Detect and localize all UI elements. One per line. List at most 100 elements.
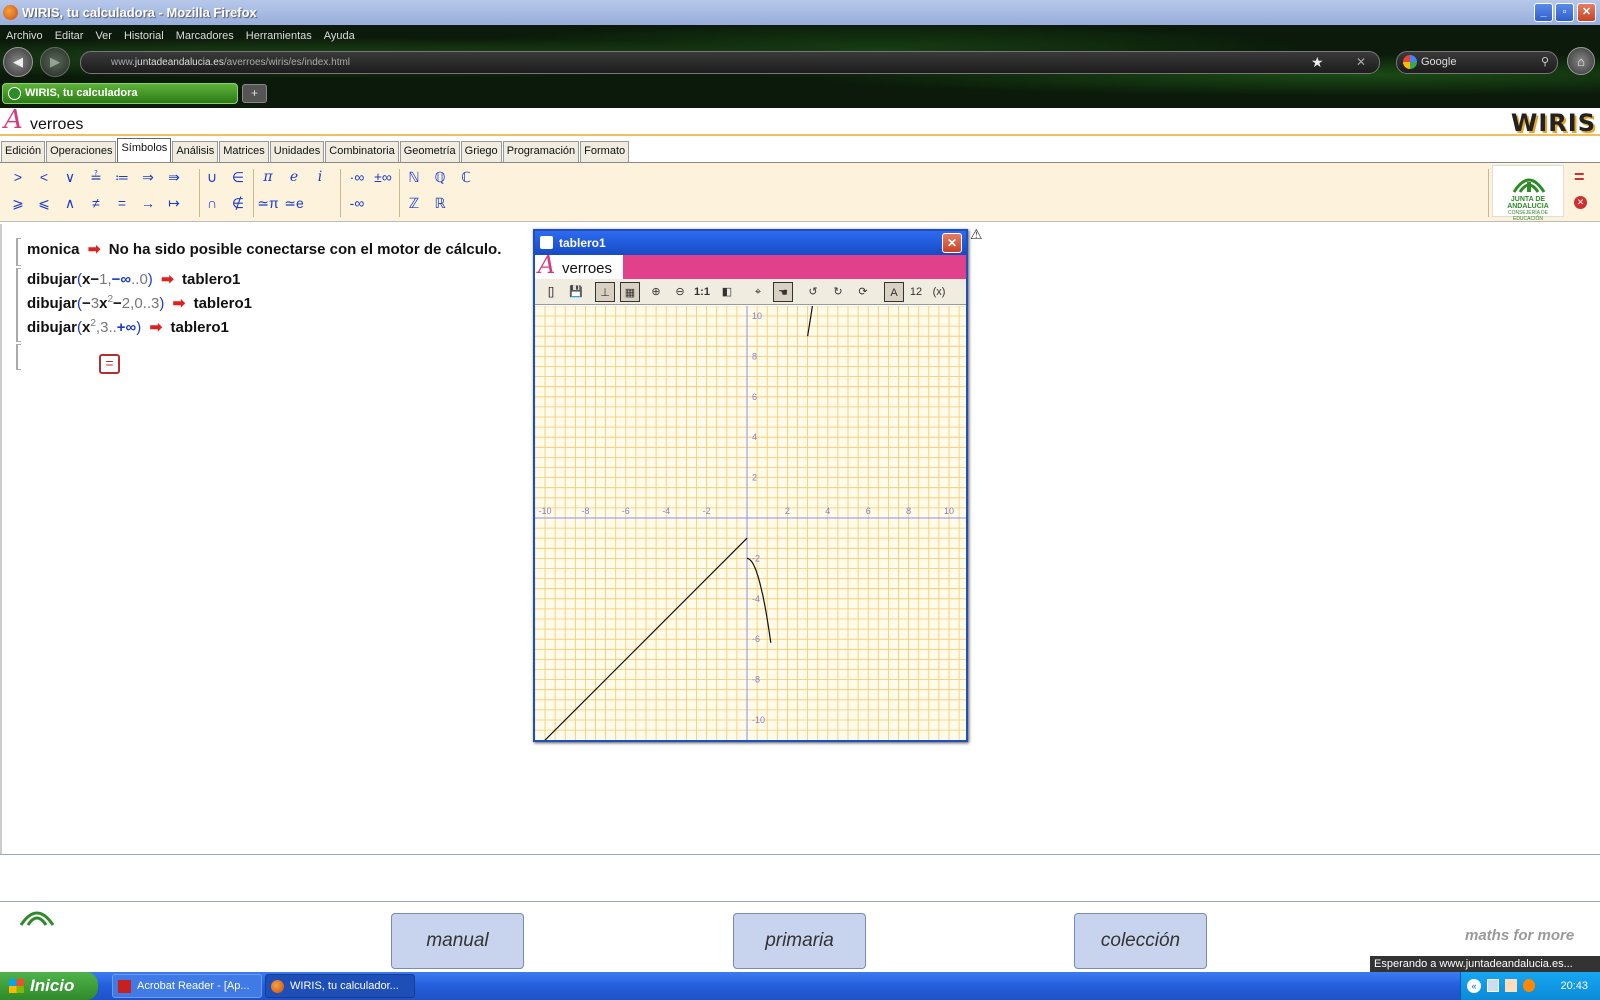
graph-window[interactable]: tablero1 ✕ A verroes [] 💾 ⊥ ▦ ⊕ ⊖ 1:1 ◧ ⌖ ☚ ↺ ↻ ⟳ A 12… <box>533 229 968 742</box>
search-input[interactable]: Google ⚲ <box>1396 51 1558 74</box>
equals-icon[interactable]: = <box>1574 167 1585 188</box>
palette-symbol[interactable]: ≔ <box>110 169 134 186</box>
menu-archivo[interactable]: Archivo <box>0 27 49 47</box>
x-tick-label: -4 <box>662 506 670 516</box>
calculate-button[interactable]: = <box>99 354 120 374</box>
palette-symbol[interactable]: ·∞ <box>345 169 369 185</box>
palette-symbol[interactable]: ↦ <box>162 195 186 212</box>
palette-symbol[interactable]: ⩾ <box>6 195 30 212</box>
axes-icon[interactable]: ⊥ <box>595 282 615 302</box>
palette-symbol[interactable]: ±∞ <box>371 169 395 185</box>
palette-symbol[interactable]: = <box>110 195 134 211</box>
graph-close-button[interactable]: ✕ <box>942 233 962 253</box>
new-tab-button[interactable]: + <box>242 84 267 103</box>
menu-ver[interactable]: Ver <box>89 27 118 47</box>
tray-arrow-icon[interactable]: « <box>1467 979 1481 993</box>
coleccion-button[interactable]: colección <box>1074 913 1207 969</box>
security-icon[interactable] <box>1523 979 1535 992</box>
tab-formato[interactable]: Formato <box>580 141 630 162</box>
palette-symbol[interactable]: ≟ <box>84 169 108 186</box>
palette-symbol[interactable]: → <box>136 195 160 211</box>
volume-icon[interactable] <box>1505 979 1517 992</box>
input-area[interactable] <box>0 854 1600 902</box>
back-button[interactable]: ◀ <box>3 47 33 77</box>
tab-programacion[interactable]: Programación <box>502 141 580 162</box>
palette-symbol[interactable]: ∉ <box>226 195 250 212</box>
start-button[interactable]: Inicio <box>0 972 98 1000</box>
palette-symbol[interactable]: -∞ <box>345 195 369 211</box>
palette-symbol[interactable]: ⇛ <box>162 169 186 186</box>
url-bar[interactable]: www.juntadeandalucia.es/averroes/wiris/e… <box>80 51 1380 74</box>
palette-symbol[interactable]: ∩ <box>200 195 224 211</box>
tab-matrices[interactable]: Matrices <box>219 141 269 162</box>
cancel-icon[interactable]: ✕ <box>1574 196 1587 209</box>
palette-symbol[interactable]: ∈ <box>226 169 250 186</box>
tab-combinatoria[interactable]: Combinatoria <box>325 141 399 162</box>
palette-symbol[interactable]: ∨ <box>58 169 82 186</box>
zoom-one-to-one-button[interactable]: 1:1 <box>692 282 712 302</box>
tab-edicion[interactable]: Edición <box>1 141 46 162</box>
menu-editar[interactable]: Editar <box>49 27 90 47</box>
menu-ayuda[interactable]: Ayuda <box>318 27 361 47</box>
warning-icon[interactable]: ⚠ <box>970 226 983 243</box>
primaria-button[interactable]: primaria <box>733 913 866 969</box>
network-icon[interactable] <box>1487 979 1499 992</box>
palette-symbol[interactable]: ℚ <box>428 169 452 186</box>
graph-canvas[interactable]: -10 -8 -6 -4 -2 2 4 6 8 10 10 8 6 4 2 -2 -4 -6 -8 -10 <box>535 306 966 740</box>
palette-symbol[interactable]: < <box>32 169 56 185</box>
palette-symbol[interactable]: ∪ <box>200 169 224 186</box>
zoom-out-icon[interactable]: ⊖ <box>670 282 690 302</box>
browser-tab[interactable]: WIRIS, tu calculadora <box>2 83 238 104</box>
task-acrobat[interactable]: Acrobat Reader - [Ap... <box>112 974 262 998</box>
palette-symbol[interactable]: i <box>308 169 332 185</box>
maximize-button[interactable]: ▫ <box>1555 3 1574 22</box>
manual-button[interactable]: manual <box>391 913 524 969</box>
rotate-left-icon[interactable]: ↺ <box>803 282 823 302</box>
palette-symbol[interactable]: ℤ <box>402 195 426 212</box>
rotate-right-icon[interactable]: ↻ <box>828 282 848 302</box>
graph-title-bar[interactable]: tablero1 ✕ <box>535 231 966 255</box>
numbers-icon[interactable]: 12 <box>906 282 926 302</box>
label-icon[interactable]: A <box>884 282 904 302</box>
palette-symbol[interactable]: ℂ <box>454 169 478 186</box>
coords-icon[interactable]: (x) <box>929 282 949 302</box>
tab-unidades[interactable]: Unidades <box>269 141 325 162</box>
palette-symbol[interactable]: > <box>6 169 30 185</box>
palette-symbol[interactable]: ⩽ <box>32 195 56 212</box>
bracket-icon[interactable]: [] <box>541 282 561 302</box>
palette-symbol[interactable]: e <box>282 169 306 185</box>
system-tray: « 20:43 <box>1460 972 1600 1000</box>
contrast-icon[interactable]: ◧ <box>717 282 737 302</box>
home-button[interactable]: ⌂ <box>1567 47 1595 75</box>
zoom-in-icon[interactable]: ⊕ <box>646 282 666 302</box>
menu-historial[interactable]: Historial <box>118 27 170 47</box>
stop-icon[interactable]: ✕ <box>1356 52 1366 73</box>
tab-operaciones[interactable]: Operaciones <box>46 141 117 162</box>
star-icon[interactable]: ★ <box>1311 52 1324 73</box>
firefox-icon <box>3 5 18 20</box>
forward-button[interactable]: ▶ <box>40 47 70 77</box>
palette-symbol[interactable]: ⇒ <box>136 169 160 186</box>
tab-analisis[interactable]: Análisis <box>172 141 219 162</box>
palette-symbol[interactable]: ≠ <box>84 195 108 211</box>
task-firefox[interactable]: WIRIS, tu calculador... <box>265 974 415 998</box>
palette-symbol[interactable]: π <box>256 169 280 185</box>
tab-simbolos[interactable]: Símbolos <box>117 138 172 162</box>
tab-geometria[interactable]: Geometría <box>399 141 460 162</box>
magnifier-icon[interactable]: ⚲ <box>1541 52 1549 73</box>
palette-symbol[interactable]: ℝ <box>428 195 452 212</box>
palette-symbol[interactable]: ∧ <box>58 195 82 212</box>
palette-symbol[interactable]: ℕ <box>402 169 426 186</box>
target-icon[interactable]: ⌖ <box>748 282 768 302</box>
palette-symbol[interactable]: ≃e <box>282 195 306 212</box>
close-button[interactable]: ✕ <box>1577 3 1596 22</box>
save-icon[interactable]: 💾 <box>566 282 586 302</box>
menu-marcadores[interactable]: Marcadores <box>170 27 240 47</box>
hand-icon[interactable]: ☚ <box>773 282 793 302</box>
palette-symbol[interactable]: ≃π <box>256 195 280 212</box>
refresh-icon[interactable]: ⟳ <box>853 282 873 302</box>
tab-griego[interactable]: Griego <box>460 141 502 162</box>
grid-icon[interactable]: ▦ <box>620 282 640 302</box>
menu-herramientas[interactable]: Herramientas <box>240 27 318 47</box>
minimize-button[interactable]: _ <box>1534 3 1553 22</box>
